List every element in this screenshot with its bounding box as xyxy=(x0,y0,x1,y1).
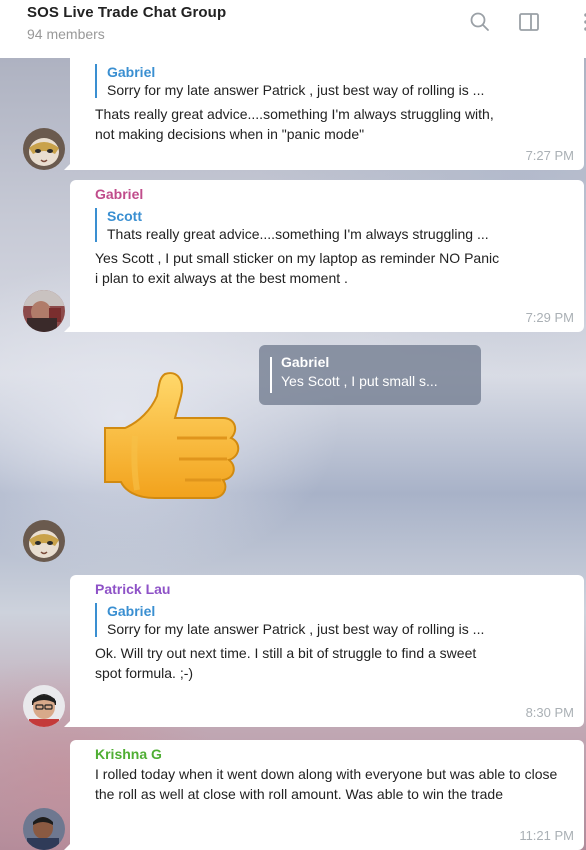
reply-text: Yes Scott , I put small s... xyxy=(281,373,438,389)
search-icon[interactable] xyxy=(468,10,492,34)
reply-author: Gabriel xyxy=(281,354,330,370)
reply-author: Scott xyxy=(107,208,142,224)
sender-name[interactable]: Gabriel xyxy=(95,186,572,202)
avatar-patrick-lau[interactable] xyxy=(23,685,65,727)
sender-name[interactable]: Krishna G xyxy=(95,746,572,762)
message-bubble[interactable]: Krishna G I rolled today when it went do… xyxy=(64,740,584,850)
message-text: I rolled today when it went down along w… xyxy=(95,766,558,802)
message-list[interactable]: Gabriel Sorry for my late answer Patrick… xyxy=(0,58,586,850)
avatar-scott[interactable] xyxy=(23,520,65,562)
message-time: 7:27 PM xyxy=(525,148,574,163)
avatar-gabriel[interactable] xyxy=(23,290,65,332)
message-bubble[interactable]: Patrick Lau Gabriel Sorry for my late an… xyxy=(64,575,584,727)
message-text: Thats really great advice....something I… xyxy=(95,106,494,142)
message-text: Yes Scott , I put small sticker on my la… xyxy=(95,250,500,286)
reply-author: Gabriel xyxy=(107,603,156,619)
sender-name[interactable]: Patrick Lau xyxy=(95,581,572,597)
chat-header: SOS Live Trade Chat Group 94 members xyxy=(0,0,586,58)
message-bubble[interactable]: Gabriel Sorry for my late answer Patrick… xyxy=(64,58,584,170)
member-count[interactable]: 94 members xyxy=(27,26,586,42)
message-bubble[interactable]: Gabriel Scott Thats really great advice.… xyxy=(64,180,584,332)
avatar-krishna-g[interactable] xyxy=(23,808,65,850)
chat-title[interactable]: SOS Live Trade Chat Group xyxy=(27,4,586,21)
more-vertical-icon[interactable] xyxy=(574,10,586,34)
message-text: Ok. Will try out next time. I still a bi… xyxy=(95,645,477,681)
sidebar-toggle-icon[interactable] xyxy=(517,10,541,34)
message-time: 7:29 PM xyxy=(525,310,574,325)
avatar-scott[interactable] xyxy=(23,128,65,170)
thumbs-up-sticker[interactable] xyxy=(95,366,245,506)
reply-text: Thats really great advice....something I… xyxy=(107,226,489,242)
message-time: 11:21 PM xyxy=(519,828,574,843)
reply-quote[interactable]: Gabriel Sorry for my late answer Patrick… xyxy=(95,64,572,98)
reply-text: Sorry for my late answer Patrick , just … xyxy=(107,621,485,637)
sticker-reply-quote[interactable]: Gabriel Yes Scott , I put small s... xyxy=(259,345,481,405)
message-time: 8:30 PM xyxy=(525,705,574,720)
reply-quote[interactable]: Gabriel Sorry for my late answer Patrick… xyxy=(95,603,572,637)
reply-text: Sorry for my late answer Patrick , just … xyxy=(107,82,485,98)
reply-author: Gabriel xyxy=(107,64,156,80)
reply-quote[interactable]: Scott Thats really great advice....somet… xyxy=(95,208,572,242)
